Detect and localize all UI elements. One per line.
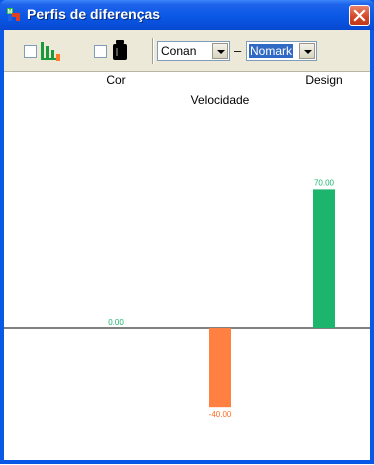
- difference-profile-chart: Cor 0.00 Velocidade -40.00 Design 70.00: [4, 72, 370, 460]
- bar-chart-checkbox[interactable]: [24, 45, 37, 58]
- category-label: Velocidade: [191, 93, 250, 107]
- close-icon: [353, 9, 366, 22]
- bar-chart-icon: [41, 42, 60, 61]
- bar: [209, 328, 231, 408]
- toolbar-separator: [152, 38, 154, 64]
- svg-text:M: M: [8, 10, 13, 16]
- window-bottom-border: [0, 460, 374, 464]
- model-b-value: Nomark: [249, 44, 294, 58]
- bar: [313, 189, 335, 328]
- compare-separator: –: [234, 43, 242, 58]
- chevron-down-icon: [304, 50, 312, 54]
- toolbar: Conan – Nomark: [4, 30, 370, 72]
- chevron-down-icon: [217, 50, 225, 54]
- window-title: Perfis de diferenças: [27, 6, 161, 22]
- category-label: Cor: [106, 73, 125, 87]
- app-window: M Perfis de diferenças Conan – Nomark Co…: [0, 0, 374, 464]
- model-b-select[interactable]: Nomark: [246, 41, 317, 61]
- model-a-value: Conan: [161, 44, 197, 58]
- weight-icon: [113, 40, 127, 60]
- data-label: 70.00: [314, 178, 335, 187]
- model-a-select[interactable]: Conan: [157, 41, 230, 61]
- model-a-dropdown-button[interactable]: [212, 43, 228, 59]
- weight-checkbox[interactable]: [94, 45, 107, 58]
- model-b-dropdown-button[interactable]: [299, 43, 315, 59]
- data-label: 0.00: [108, 318, 124, 327]
- app-icon: M: [7, 8, 20, 21]
- close-button[interactable]: [349, 5, 370, 26]
- chart-svg: Cor 0.00 Velocidade -40.00 Design 70.00: [4, 73, 370, 419]
- title-bar[interactable]: M Perfis de diferenças: [0, 0, 374, 30]
- category-label: Design: [305, 73, 342, 87]
- data-label: -40.00: [209, 410, 232, 419]
